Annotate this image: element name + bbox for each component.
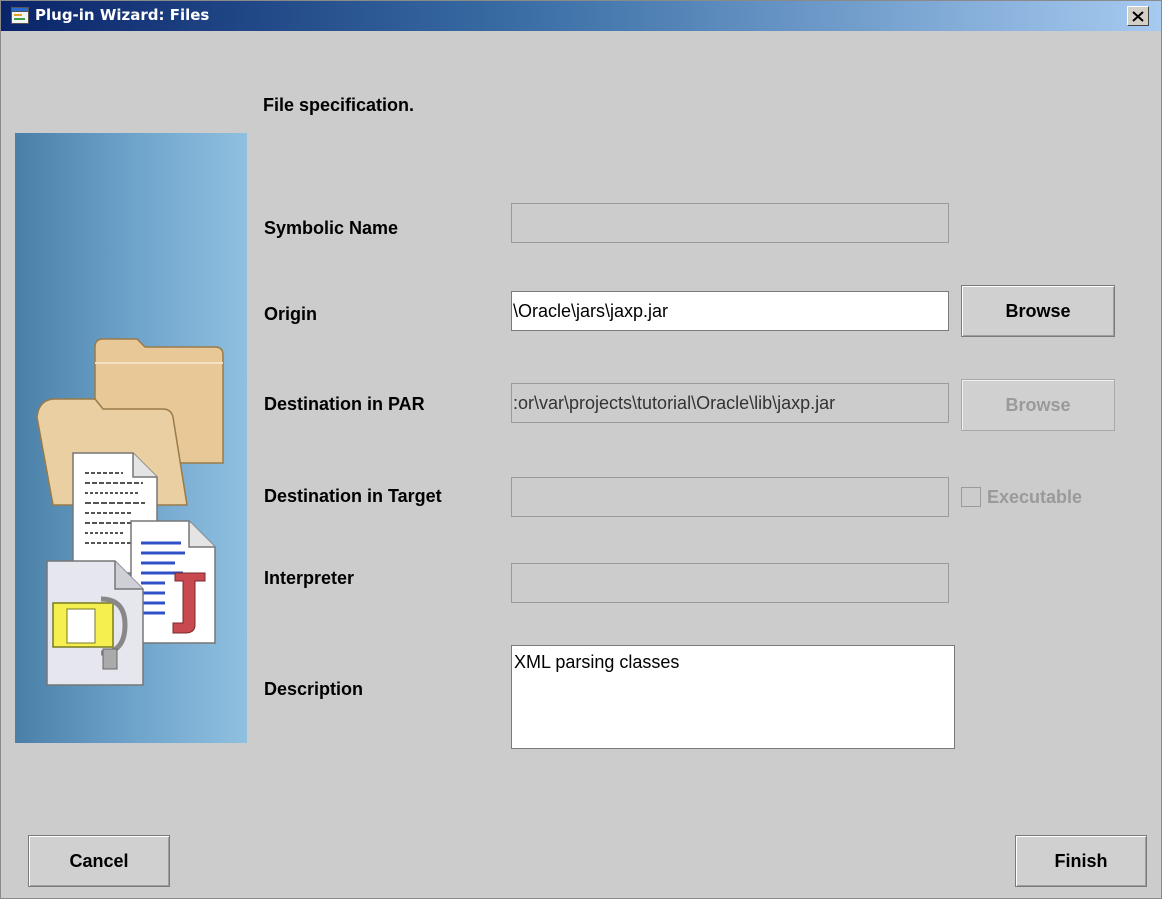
close-button[interactable] [1127, 6, 1149, 26]
close-icon [1132, 10, 1144, 22]
files-illustration [36, 338, 224, 686]
executable-checkbox-group[interactable]: Executable [961, 485, 1082, 509]
wizard-illustration-panel [15, 133, 247, 743]
origin-field[interactable]: \Oracle\jars\jaxp.jar [511, 291, 949, 331]
window-title: Plug-in Wizard: Files [35, 6, 210, 24]
description-textarea[interactable]: XML parsing classes [511, 645, 955, 749]
executable-checkbox-label: Executable [987, 486, 1083, 507]
origin-label: Origin [264, 304, 317, 324]
cancel-button[interactable]: Cancel [28, 835, 170, 887]
symbolic-name-label: Symbolic Name [264, 218, 399, 238]
symbolic-name-field[interactable] [511, 203, 949, 243]
page-heading: File specification. [263, 95, 415, 115]
interpreter-label: Interpreter [264, 568, 355, 588]
title-bar[interactable]: Plug-in Wizard: Files [1, 1, 1161, 31]
description-label: Description [264, 679, 364, 699]
finish-button[interactable]: Finish [1015, 835, 1147, 887]
interpreter-field[interactable] [511, 563, 949, 603]
wizard-window-icon [11, 7, 29, 24]
executable-checkbox[interactable] [961, 487, 981, 507]
destination-par-browse-button[interactable]: Browse [961, 379, 1115, 431]
destination-par-label: Destination in PAR [264, 394, 425, 414]
destination-target-field[interactable] [511, 477, 949, 517]
destination-target-label: Destination in Target [264, 486, 442, 506]
archive-document-icon [46, 560, 144, 686]
origin-browse-button[interactable]: Browse [961, 285, 1115, 337]
destination-par-field[interactable]: :or\var\projects\tutorial\Oracle\lib\jax… [511, 383, 949, 423]
plugin-wizard-dialog: Plug-in Wizard: Files File specification… [0, 0, 1162, 899]
